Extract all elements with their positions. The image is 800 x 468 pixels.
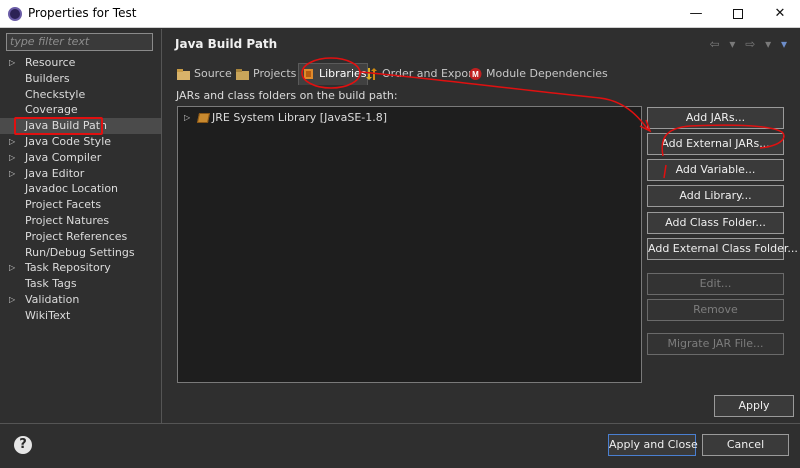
sidebar-item[interactable]: ▷ Java Editor — [0, 166, 161, 182]
page-title: Java Build Path — [175, 37, 278, 51]
maximize-icon — [733, 8, 743, 19]
sidebar-item[interactable]: Project Natures — [0, 213, 161, 229]
sidebar-item-label: Java Editor — [25, 166, 85, 180]
title-bar: Properties for Test — ✕ — [0, 0, 800, 28]
back-arrow-icon[interactable]: ⇦ — [710, 37, 723, 51]
order-export-icon — [366, 68, 377, 80]
add-jars-button[interactable]: Add JARs... — [647, 107, 784, 129]
apply-button[interactable]: Apply — [714, 395, 794, 417]
close-button[interactable]: ✕ — [760, 0, 800, 28]
sidebar-item[interactable]: Coverage — [0, 102, 161, 118]
sidebar-item[interactable]: Run/Debug Settings — [0, 245, 161, 261]
cancel-button[interactable]: Cancel — [702, 434, 789, 456]
sidebar-item-label: Java Code Style — [25, 134, 112, 148]
sidebar-item[interactable]: Task Tags — [0, 276, 161, 292]
sidebar-item[interactable]: ▷ Task Repository — [0, 260, 161, 276]
projects-icon — [236, 69, 249, 80]
sidebar-item[interactable]: WikiText — [0, 308, 161, 324]
expand-arrow-icon[interactable]: ▷ — [184, 110, 190, 126]
filter-input[interactable]: type filter text — [6, 33, 153, 51]
expand-arrow-icon[interactable]: ▷ — [9, 292, 15, 308]
library-icon — [196, 113, 211, 123]
expand-arrow-icon[interactable]: ▷ — [9, 166, 15, 182]
edit-button[interactable]: Edit... — [647, 273, 784, 295]
sidebar-item-label: Project References — [25, 229, 128, 243]
libraries-description: JARs and class folders on the build path… — [176, 89, 398, 102]
sidebar-item-label: Project Facets — [25, 198, 102, 212]
help-icon[interactable]: ? — [14, 436, 32, 454]
sidebar-item-label: Validation — [25, 292, 80, 306]
eclipse-icon — [8, 7, 22, 21]
add-external-jars-button[interactable]: Add External JARs... — [647, 133, 784, 155]
navigation-arrows[interactable]: ⇦ ▾ ⇨ ▾ ▾ — [710, 37, 790, 51]
expand-arrow-icon[interactable]: ▷ — [9, 55, 15, 71]
module-icon: M — [469, 68, 482, 80]
sidebar-item-label: Project Natures — [25, 213, 110, 227]
migrate-jar-button[interactable]: Migrate JAR File... — [647, 333, 784, 355]
sidebar-item-label: Checkstyle — [25, 87, 86, 101]
sidebar-item-label: WikiText — [25, 308, 71, 322]
sidebar-item[interactable]: ▷ Resource — [0, 55, 161, 71]
tab-label: Module Dependencies — [486, 67, 608, 80]
tab-label: Projects — [253, 67, 297, 80]
sidebar-item-label: Javadoc Location — [25, 182, 119, 196]
minimize-button[interactable]: — — [676, 0, 716, 28]
svg-text:M: M — [472, 70, 479, 79]
libraries-icon — [304, 69, 313, 79]
menu-chevron-icon[interactable]: ▾ — [781, 37, 790, 51]
sidebar: type filter text ▷ Resource Builders Checks… — [0, 29, 162, 423]
sidebar-item[interactable]: Project References — [0, 229, 161, 245]
tab-label: Libraries — [319, 67, 367, 80]
add-external-class-folder-button[interactable]: Add External Class Folder... — [647, 238, 798, 260]
add-class-folder-button[interactable]: Add Class Folder... — [647, 212, 784, 234]
add-library-button[interactable]: Add Library... — [647, 185, 784, 207]
expand-arrow-icon[interactable]: ▷ — [9, 260, 15, 276]
close-icon: ✕ — [774, 6, 786, 21]
tab-module-dependencies[interactable]: M Module Dependencies — [466, 64, 608, 85]
sidebar-item[interactable]: ▷ Java Compiler — [0, 150, 161, 166]
expand-arrow-icon[interactable]: ▷ — [9, 150, 15, 166]
list-item[interactable]: ▷ JRE System Library [JavaSE-1.8] — [184, 110, 387, 126]
list-item-label: JRE System Library [JavaSE-1.8] — [212, 111, 388, 124]
add-variable-button[interactable]: Add Variable... — [647, 159, 784, 181]
sidebar-item[interactable]: ▷ Java Code Style — [0, 134, 161, 150]
sidebar-item[interactable]: Javadoc Location — [0, 181, 161, 197]
tab-order-export[interactable]: Order and Export — [362, 64, 477, 85]
page-header: Java Build Path ⇦ ▾ ⇨ ▾ ▾ — [163, 29, 800, 59]
sidebar-item[interactable]: Java Build Path — [0, 118, 161, 134]
tab-projects[interactable]: Projects — [233, 64, 296, 85]
sidebar-item-label: Task Tags — [25, 277, 77, 291]
property-tree: ▷ Resource Builders Checkstyle Coverage Java … — [0, 55, 161, 324]
sidebar-item-label: Builders — [25, 71, 70, 85]
sidebar-item-label: Resource — [25, 56, 76, 69]
minimize-icon: — — [689, 6, 703, 21]
sidebar-item-label: Run/Debug Settings — [25, 245, 135, 259]
remove-button[interactable]: Remove — [647, 299, 784, 321]
libraries-list[interactable]: ▷ JRE System Library [JavaSE-1.8] — [177, 106, 642, 383]
expand-arrow-icon[interactable]: ▷ — [9, 134, 15, 150]
tab-label: Source — [194, 67, 232, 80]
sidebar-item[interactable]: Builders — [0, 71, 161, 87]
sidebar-item[interactable]: ▷ Validation — [0, 292, 161, 308]
source-folder-icon — [177, 69, 190, 80]
tab-label: Order and Export — [382, 67, 477, 80]
sidebar-item-label: Java Build Path — [25, 119, 108, 133]
tab-source[interactable]: Source — [174, 64, 232, 85]
maximize-button[interactable] — [718, 0, 758, 28]
apply-and-close-button[interactable]: Apply and Close — [608, 434, 698, 456]
sidebar-item[interactable]: Checkstyle — [0, 87, 161, 103]
tab-libraries[interactable]: Libraries — [298, 63, 368, 85]
sidebar-item-label: Java Compiler — [25, 150, 102, 164]
forward-arrow-icon[interactable]: ⇨ — [745, 37, 758, 51]
sidebar-item-label: Coverage — [25, 103, 78, 117]
sidebar-item[interactable]: Project Facets — [0, 197, 161, 213]
sidebar-item-label: Task Repository — [25, 261, 111, 275]
window-title: Properties for Test — [28, 6, 137, 20]
